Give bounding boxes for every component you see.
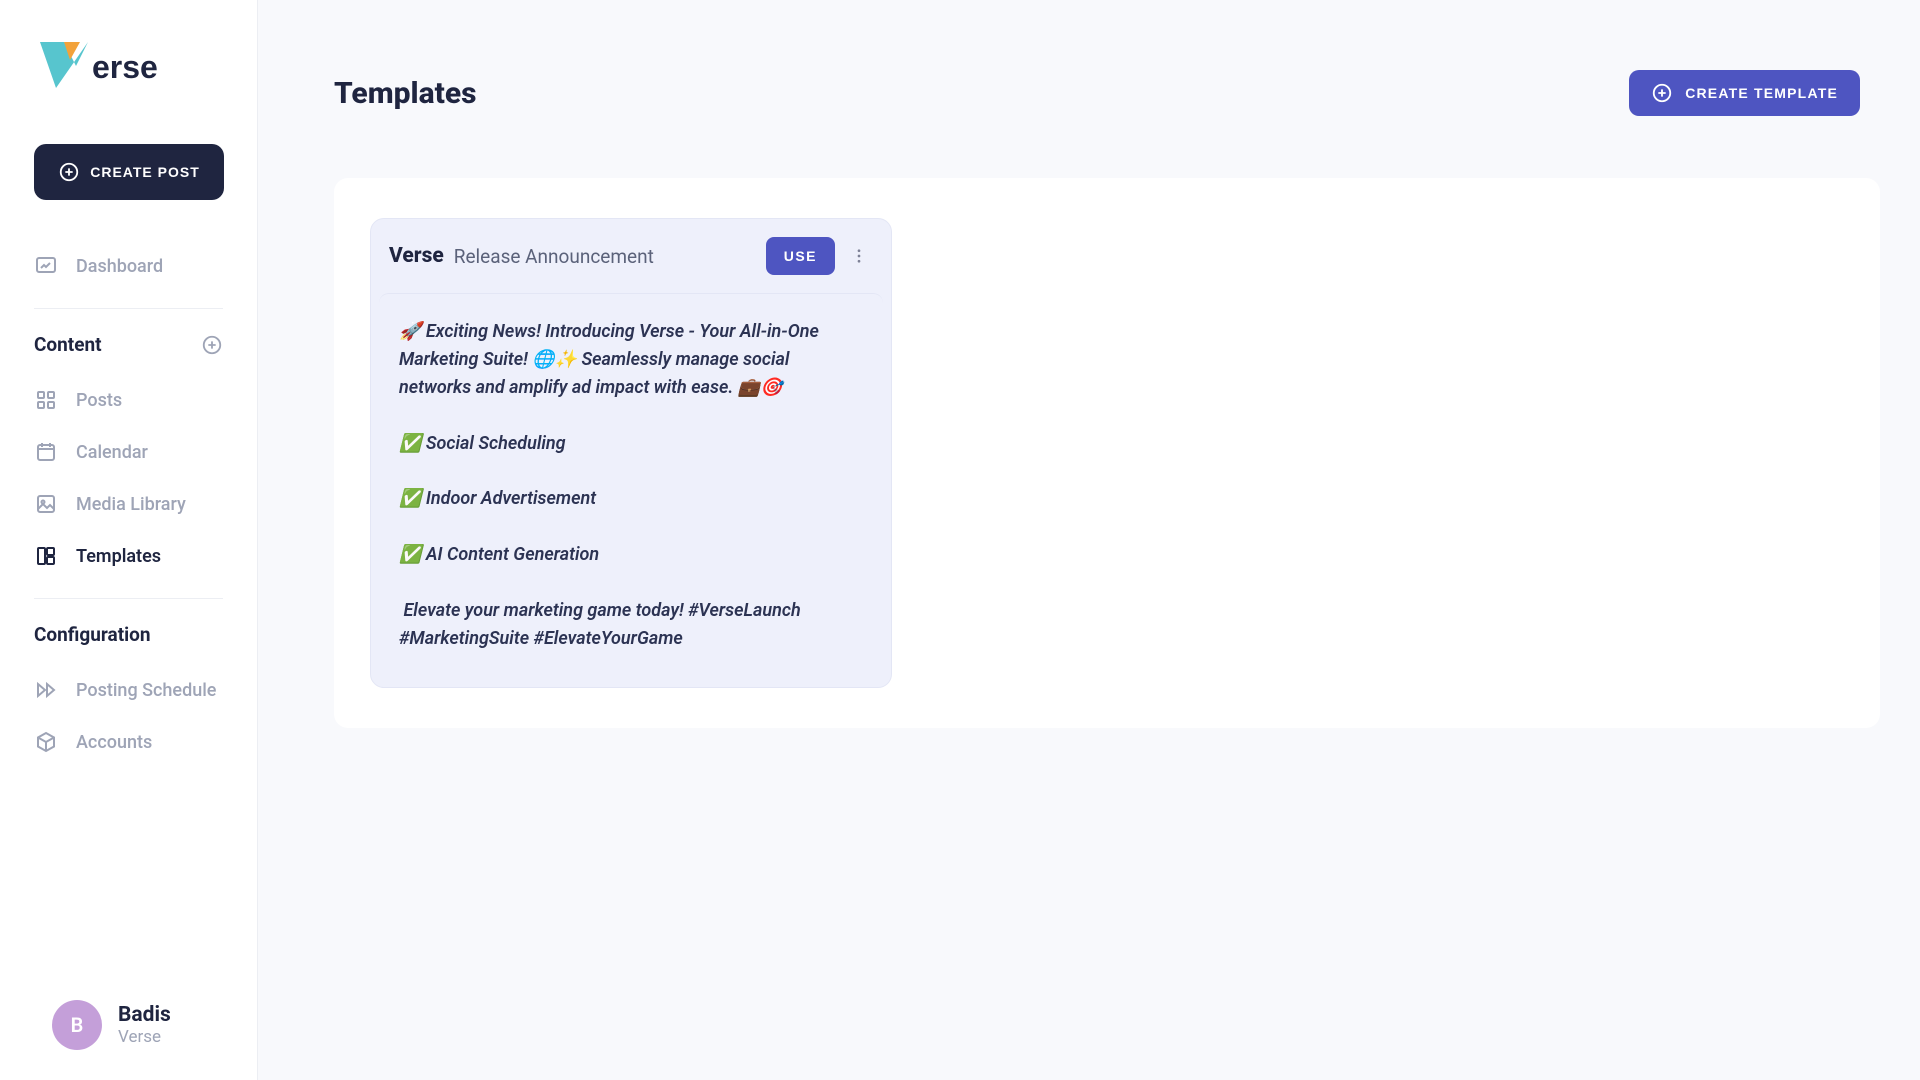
template-card-body: 🚀 Exciting News! Introducing Verse - You…: [379, 293, 883, 677]
sidebar-item-dashboard[interactable]: Dashboard: [34, 244, 223, 288]
divider: [34, 308, 223, 309]
user-name: Badis: [118, 1003, 171, 1027]
templates-panel: Verse Release Announcement USE 🚀 Excitin…: [334, 178, 1880, 728]
create-template-button[interactable]: CREATE TEMPLATE: [1629, 70, 1860, 116]
template-card: Verse Release Announcement USE 🚀 Excitin…: [370, 218, 892, 688]
sidebar-section-title: Content: [34, 333, 102, 356]
main-content: Templates CREATE TEMPLATE Verse Release …: [258, 0, 1920, 1080]
sidebar: erse CREATE POST Dashboard Content Posts: [0, 0, 258, 1080]
sidebar-item-accounts[interactable]: Accounts: [34, 720, 223, 764]
brand-logo: erse: [34, 38, 194, 96]
template-more-button[interactable]: [845, 237, 873, 275]
use-template-label: USE: [784, 248, 817, 264]
page-title: Templates: [334, 76, 477, 111]
user-org: Verse: [118, 1027, 171, 1047]
avatar-initial: B: [71, 1013, 84, 1037]
sidebar-item-posts[interactable]: Posts: [34, 378, 223, 422]
sidebar-section-content: Content: [34, 333, 223, 356]
templates-icon: [34, 544, 58, 568]
plus-circle-icon[interactable]: [201, 334, 223, 356]
sidebar-item-label: Dashboard: [76, 256, 163, 277]
avatar: B: [52, 1000, 102, 1050]
image-icon: [34, 492, 58, 516]
use-template-button[interactable]: USE: [766, 237, 835, 275]
sidebar-item-label: Accounts: [76, 732, 152, 753]
page-header: Templates CREATE TEMPLATE: [334, 70, 1880, 116]
sidebar-item-label: Posting Schedule: [76, 680, 216, 701]
create-post-label: CREATE POST: [90, 164, 200, 180]
template-card-subtitle: Release Announcement: [454, 245, 654, 268]
sidebar-section-configuration: Configuration: [34, 623, 223, 646]
template-card-title: Verse: [389, 244, 444, 268]
plus-circle-icon: [58, 161, 80, 183]
svg-text:erse: erse: [92, 49, 158, 85]
sidebar-section-title: Configuration: [34, 623, 151, 646]
sidebar-item-templates[interactable]: Templates: [34, 534, 223, 578]
sidebar-item-label: Posts: [76, 390, 122, 411]
grid-icon: [34, 388, 58, 412]
fast-forward-icon: [34, 678, 58, 702]
more-vertical-icon: [850, 247, 868, 265]
create-post-button[interactable]: CREATE POST: [34, 144, 224, 200]
sidebar-item-label: Templates: [76, 546, 161, 567]
sidebar-item-label: Media Library: [76, 494, 186, 515]
user-chip[interactable]: B Badis Verse: [34, 1000, 223, 1050]
dashboard-icon: [34, 254, 58, 278]
calendar-icon: [34, 440, 58, 464]
sidebar-item-media-library[interactable]: Media Library: [34, 482, 223, 526]
sidebar-item-calendar[interactable]: Calendar: [34, 430, 223, 474]
create-template-label: CREATE TEMPLATE: [1685, 85, 1838, 101]
template-card-header: Verse Release Announcement USE: [371, 219, 891, 293]
divider: [34, 598, 223, 599]
sidebar-item-label: Calendar: [76, 442, 148, 463]
plus-circle-icon: [1651, 82, 1673, 104]
cube-icon: [34, 730, 58, 754]
sidebar-item-posting-schedule[interactable]: Posting Schedule: [34, 668, 223, 712]
